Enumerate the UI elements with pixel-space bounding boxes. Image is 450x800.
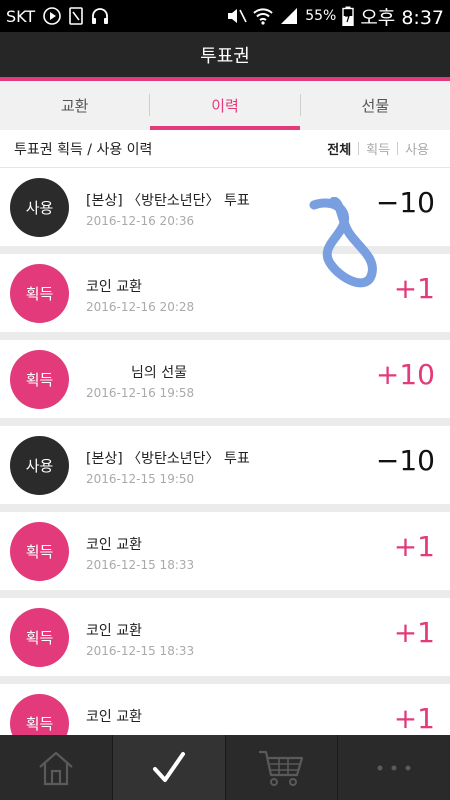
carrier-label: SKT bbox=[6, 6, 36, 26]
tab-label: 선물 bbox=[361, 97, 390, 115]
clock: 오후 8:37 bbox=[360, 6, 444, 29]
page-title: 투표권 bbox=[200, 45, 250, 67]
item-date: 2016-12-15 18:33 bbox=[86, 644, 195, 658]
type-badge: 획득 bbox=[10, 608, 69, 667]
item-amount: +1 bbox=[393, 616, 435, 649]
badge-label: 획득 bbox=[25, 629, 54, 647]
scribble-mark bbox=[309, 197, 377, 288]
type-badge: 획득 bbox=[10, 694, 69, 735]
nav-home[interactable] bbox=[0, 735, 113, 800]
notification-icon bbox=[69, 7, 83, 25]
item-title: 코인 교환 bbox=[86, 279, 142, 295]
more-icon bbox=[377, 765, 411, 770]
headphones-icon bbox=[91, 7, 109, 25]
item-amount: +1 bbox=[393, 272, 435, 305]
list-item[interactable]: 획득 님의 선물 2016-12-16 19:58 +10 bbox=[0, 340, 450, 418]
tab-bar: 교환 이력 선물 bbox=[0, 81, 450, 130]
item-title: [본상] 〈방탄소년단〉 투표 bbox=[86, 451, 250, 467]
badge-label: 획득 bbox=[25, 543, 54, 561]
type-badge: 획득 bbox=[10, 350, 69, 409]
item-title: [본상] 〈방탄소년단〉 투표 bbox=[86, 193, 250, 209]
item-title: 코인 교환 bbox=[86, 623, 142, 639]
bottom-nav bbox=[0, 735, 450, 800]
item-date: 2016-12-15 19:50 bbox=[86, 472, 195, 486]
badge-label: 획득 bbox=[25, 371, 54, 389]
item-amount: +10 bbox=[375, 358, 435, 391]
battery-charging-icon bbox=[342, 6, 355, 26]
cart-icon bbox=[259, 750, 304, 786]
app-header: 투표권 bbox=[0, 32, 450, 77]
type-badge: 사용 bbox=[10, 436, 69, 495]
type-badge: 사용 bbox=[10, 178, 69, 237]
item-date: 2016-12-15 18:33 bbox=[86, 558, 195, 572]
item-amount: −10 bbox=[375, 444, 435, 477]
item-amount: +1 bbox=[393, 702, 435, 735]
badge-label: 사용 bbox=[25, 199, 54, 217]
check-icon bbox=[152, 751, 185, 782]
filter-use[interactable]: 사용 bbox=[398, 139, 436, 158]
filter-gain[interactable]: 획득 bbox=[359, 139, 397, 158]
status-bar: SKT 55% 오후 8:37 bbox=[0, 0, 450, 32]
nav-vote[interactable] bbox=[112, 735, 226, 800]
tab-gift[interactable]: 선물 bbox=[301, 81, 450, 130]
home-icon bbox=[39, 751, 73, 785]
history-header: 투표권 획득 / 사용 이력 전체 획득 사용 bbox=[0, 130, 450, 168]
list-item[interactable]: 획득 코인 교환 2016-12-15 18:33 +1 bbox=[0, 512, 450, 590]
play-icon bbox=[43, 7, 61, 25]
nav-more[interactable] bbox=[338, 735, 450, 800]
item-date: 2016-12-16 20:28 bbox=[86, 300, 195, 314]
mute-icon bbox=[225, 7, 247, 25]
tab-label: 이력 bbox=[211, 97, 239, 115]
filter-group: 전체 획득 사용 bbox=[320, 139, 436, 158]
item-amount: −10 bbox=[375, 186, 435, 219]
list-item[interactable]: 사용 [본상] 〈방탄소년단〉 투표 2016-12-15 19:50 −10 bbox=[0, 426, 450, 504]
item-title: 님의 선물 bbox=[131, 365, 187, 381]
badge-label: 사용 bbox=[25, 457, 54, 475]
tab-label: 교환 bbox=[60, 97, 89, 115]
signal-icon bbox=[279, 7, 299, 25]
list-item[interactable]: 획득 코인 교환 2016-12-15 18:33 +1 bbox=[0, 598, 450, 676]
tab-exchange[interactable]: 교환 bbox=[0, 81, 149, 130]
section-title: 투표권 획득 / 사용 이력 bbox=[14, 141, 153, 158]
type-badge: 획득 bbox=[10, 264, 69, 323]
item-title: 코인 교환 bbox=[86, 537, 142, 553]
wifi-icon bbox=[253, 7, 273, 25]
item-date: 2016-12-16 19:58 bbox=[86, 386, 195, 400]
battery-percent: 55% bbox=[305, 8, 337, 24]
badge-label: 획득 bbox=[25, 715, 54, 733]
badge-label: 획득 bbox=[25, 285, 54, 303]
tab-history[interactable]: 이력 bbox=[150, 81, 300, 130]
item-title: 코인 교환 bbox=[86, 709, 142, 725]
nav-shop[interactable] bbox=[226, 735, 339, 800]
item-date: 2016-12-16 20:36 bbox=[86, 214, 195, 228]
type-badge: 획득 bbox=[10, 522, 69, 581]
filter-all[interactable]: 전체 bbox=[320, 139, 358, 158]
item-amount: +1 bbox=[393, 530, 435, 563]
list-item[interactable]: 획득 코인 교환 +1 bbox=[0, 684, 450, 735]
